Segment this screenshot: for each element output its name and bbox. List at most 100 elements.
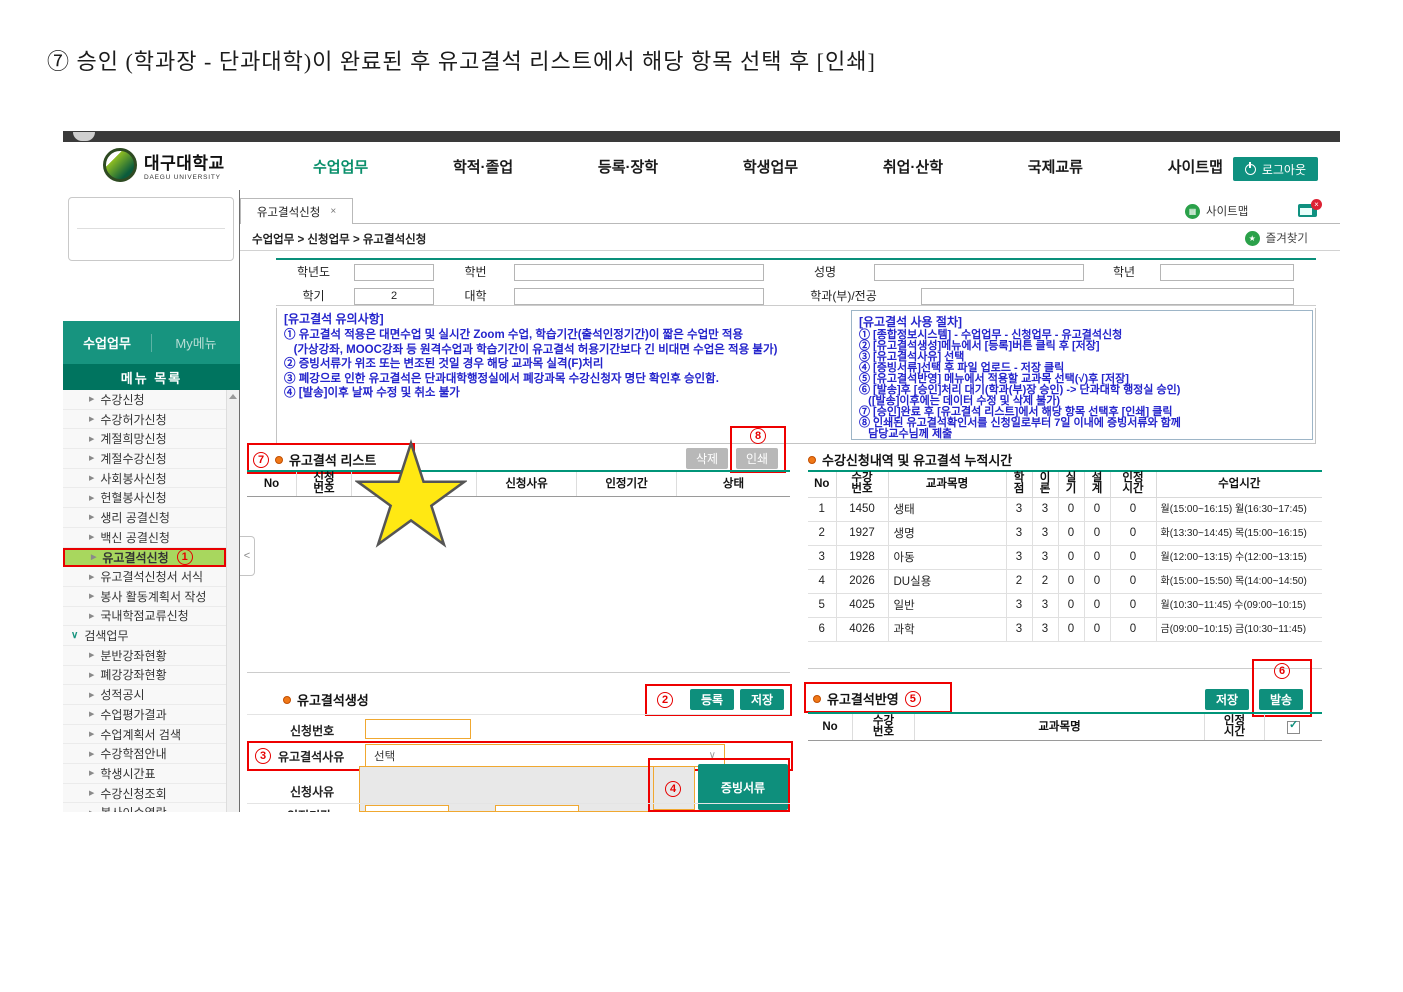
sidebar-item-2[interactable]: ▶계절희망신청 (63, 429, 226, 449)
sidebar-tab-mymenu[interactable]: My메뉴 (152, 333, 240, 352)
sidebar-item-label: 분반강좌현황 (100, 647, 166, 664)
sidebar-tab-lecture[interactable]: 수업업무 (63, 333, 151, 352)
sidebar-item-5[interactable]: ▶헌혈봉사신청 (63, 488, 226, 508)
form-field-성명[interactable] (874, 264, 1084, 281)
nav-item-4[interactable]: 취업·산학 (883, 156, 943, 177)
table-row[interactable]: 31928아동33000월(12:00~13:15) 수(12:00~13:15… (808, 545, 1322, 569)
logout-button[interactable]: 로그아웃 (1233, 157, 1318, 181)
table-row[interactable]: 42026DU실용22000화(15:00~15:50) 목(14:00~14:… (808, 569, 1322, 593)
form-field-학년도[interactable] (354, 264, 434, 281)
enroll-cell: 3 (1032, 521, 1058, 545)
sidebar-item-4[interactable]: ▶사회봉사신청 (63, 469, 226, 489)
print-button[interactable]: 인쇄 (736, 448, 778, 469)
annotation-2: 2 (657, 692, 673, 708)
enroll-cell: 3 (1006, 497, 1032, 521)
scroll-up-icon[interactable] (229, 394, 237, 399)
sidebar-item-label: 검색업무 (84, 627, 128, 644)
power-icon (1245, 164, 1256, 175)
sidebar-item-8[interactable]: ▶유고결석신청1 (63, 548, 226, 568)
enroll-col-header-8: 수업시간 (1156, 472, 1322, 497)
annotation-4: 4 (665, 781, 681, 797)
sidebar-item-0[interactable]: ▶수강신청 (63, 390, 226, 410)
reflect-save-button[interactable]: 저장 (1205, 689, 1249, 710)
send-button[interactable]: 발송 (1259, 689, 1303, 710)
annotation-6: 6 (1274, 663, 1290, 679)
create-save-button[interactable]: 저장 (740, 689, 784, 710)
form-field-학번[interactable] (514, 264, 764, 281)
create-title-label: 유고결석생성 (297, 690, 369, 709)
register-button[interactable]: 등록 (690, 689, 734, 710)
form-field-학기[interactable]: 2 (354, 288, 434, 305)
university-logo[interactable]: 대구대학교 DAEGU UNIVERSITY (103, 148, 225, 182)
delete-button[interactable]: 삭제 (686, 448, 728, 469)
sidebar-item-7[interactable]: ▶백신 공결신청 (63, 528, 226, 548)
sidebar-item-16[interactable]: ▶ 수업평가결과 (63, 705, 226, 725)
sidebar-item-label: 수강신청 (100, 391, 144, 408)
favorite-link[interactable]: ★ 즐겨찾기 (1245, 230, 1308, 246)
list-col-header-5: 상태 (677, 472, 790, 496)
enroll-cell: 0 (1084, 569, 1110, 593)
sidebar-item-6[interactable]: ▶생리 공결신청 (63, 508, 226, 528)
enroll-cell: 생태 (888, 497, 1006, 521)
instruction-text: ⑦ 승인 (학과장 - 단과대학)이 완료된 후 유고결석 리스트에서 해당 항… (47, 44, 876, 76)
enroll-col-header-3: 학 점 (1006, 472, 1032, 497)
favorite-label: 즐겨찾기 (1266, 230, 1308, 246)
sidebar-item-9[interactable]: ▶유고결석신청서 서식 (63, 567, 226, 587)
sidebar-item-label: 봉사 활동계획서 작성 (100, 588, 206, 605)
sidebar-collapse-handle[interactable]: < (240, 536, 255, 576)
sidebar-item-1[interactable]: ▶수강허가신청 (63, 410, 226, 430)
nav-item-2[interactable]: 등록·장학 (598, 156, 658, 177)
enroll-cell: 2026 (836, 569, 888, 593)
form-field-학년[interactable] (1160, 264, 1294, 281)
triangle-right-icon: ▶ (89, 513, 94, 521)
sidebar-item-label: 폐강강좌현황 (100, 666, 166, 683)
nav-item-3[interactable]: 학생업무 (743, 156, 798, 177)
section-bullet-icon (808, 456, 816, 464)
nav-item-1[interactable]: 학적·졸업 (453, 156, 513, 177)
sidebar-item-17[interactable]: ▶수업계획서 검색 (63, 725, 226, 745)
sidebar-item-10[interactable]: ▶봉사 활동계획서 작성 (63, 587, 226, 607)
table-row[interactable]: 64026과학33000금(09:00~10:15) 금(10:30~11:45… (808, 617, 1322, 641)
sitemap-link[interactable]: ▦ 사이트맵 (1185, 203, 1248, 219)
sidebar-item-14[interactable]: ▶ 폐강강좌현황 (63, 666, 226, 686)
sidebar-item-18[interactable]: ▶수강학점안내 (63, 744, 226, 764)
nav-item-0[interactable]: 수업업무 (313, 156, 368, 177)
table-row[interactable]: 11450생태33000월(15:00~16:15) 월(16:30~17:45… (808, 497, 1322, 521)
form-field-학과(부)/전공[interactable] (921, 288, 1294, 305)
table-row[interactable]: 54025일반33000월(10:30~11:45) 수(09:00~10:15… (808, 593, 1322, 617)
tab-absence-apply[interactable]: 유고결석신청 × (240, 198, 353, 224)
browser-top-strip (63, 131, 1340, 142)
enroll-cell: 월(12:00~13:15) 수(12:00~13:15) (1156, 545, 1322, 569)
triangle-right-icon: ▶ (89, 710, 94, 718)
enroll-cell: 2 (1006, 569, 1032, 593)
sidebar-item-13[interactable]: ▶분반강좌현황 (63, 646, 226, 666)
apply-no-input[interactable] (365, 719, 471, 739)
sidebar-scrollbar[interactable] (226, 390, 239, 812)
sidebar-item-19[interactable]: ▶학생시간표 (63, 764, 226, 784)
sidebar-item-3[interactable]: ▶계절수강신청 (63, 449, 226, 469)
sidebar-item-21[interactable]: ▶봉사이수열람 (63, 803, 226, 812)
absence-reason-label: 유고결석사유 (278, 748, 344, 765)
site-header: 대구대학교 DAEGU UNIVERSITY 수업업무 학적·졸업 등록·장학 학생업… (63, 142, 1340, 190)
tab-close-icon[interactable]: × (330, 206, 336, 217)
close-window-icon[interactable] (1298, 204, 1317, 217)
annotation-7: 7 (253, 452, 269, 468)
period-end-input[interactable] (495, 805, 579, 812)
table-row[interactable]: 21927생명33000화(13:30~14:45) 목(15:00~16:15… (808, 521, 1322, 545)
sidebar-item-12[interactable]: ∨검색업무 (63, 626, 226, 646)
sidebar-item-label: 유고결석신청 (102, 549, 168, 566)
enroll-title-label: 수강신청내역 및 유고결석 누적시간 (822, 450, 1012, 469)
sidebar-item-label: 수업계획서 검색 (100, 726, 181, 743)
sidebar-item-20[interactable]: ▶수강신청조회 (63, 784, 226, 804)
notice-line: (가상강좌, MOOC강좌 등 원격수업과 학습기간이 유고결석 허용기간보다 … (284, 343, 844, 358)
nav-item-6[interactable]: 사이트맵 (1168, 156, 1223, 177)
enroll-cell: 0 (1110, 521, 1156, 545)
sidebar-item-label: 수업평가결과 (100, 706, 166, 723)
sidebar-item-11[interactable]: ▶국내학점교류신청 (63, 607, 226, 627)
period-start-input[interactable] (365, 805, 449, 812)
form-field-대학[interactable] (514, 288, 764, 305)
nav-item-5[interactable]: 국제교류 (1028, 156, 1083, 177)
sidebar-item-15[interactable]: ▶성적공시 (63, 685, 226, 705)
triangle-right-icon: ▶ (89, 671, 94, 679)
select-all-checkbox[interactable] (1287, 721, 1300, 734)
